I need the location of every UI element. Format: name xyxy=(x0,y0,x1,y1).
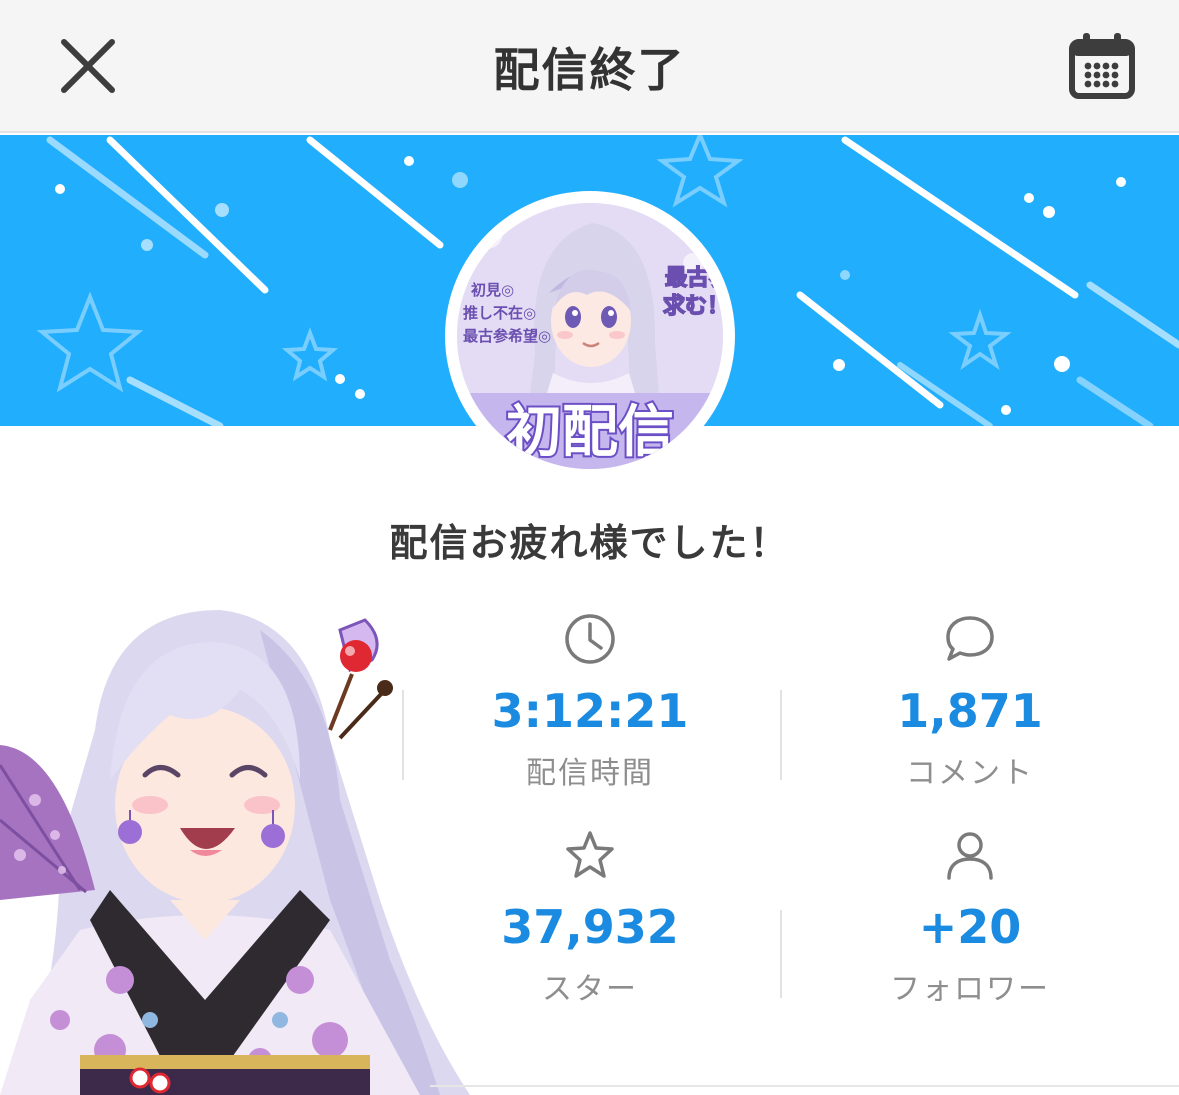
streamer-avatar[interactable]: 初見◎ 推し不在◎ 最古参希望◎ 最古参 求む！ 初配信 xyxy=(445,191,735,481)
comments-label: コメント xyxy=(906,756,1034,791)
svg-text:求む！: 求む！ xyxy=(663,294,723,319)
comments-value: 1,871 xyxy=(897,684,1043,738)
duration-label: 配信時間 xyxy=(526,756,654,791)
duration-value: 3:12:21 xyxy=(491,684,689,738)
followers-label: フォロワー xyxy=(890,972,1050,1007)
svg-text:初見◎: 初見◎ xyxy=(471,281,514,299)
bottom-divider xyxy=(430,1085,1179,1087)
stat-duration: 3:12:21 配信時間 xyxy=(400,612,780,792)
stat-followers: +20 フォロワー xyxy=(780,828,1160,1008)
top-bar: 配信終了 xyxy=(0,0,1179,133)
comment-icon xyxy=(946,616,994,661)
svg-text:最古参希望◎: 最古参希望◎ xyxy=(463,327,551,345)
calendar-icon[interactable] xyxy=(1066,30,1138,102)
avatar-image: 初見◎ 推し不在◎ 最古参希望◎ 最古参 求む！ 初配信 xyxy=(457,203,723,469)
svg-text:最古参: 最古参 xyxy=(665,265,723,291)
thanks-message: 配信お疲れ様でした！ xyxy=(389,521,790,565)
clock-icon xyxy=(565,614,615,664)
stat-comments: 1,871 コメント xyxy=(780,612,1160,792)
followers-value: +20 xyxy=(918,900,1022,954)
star-icon xyxy=(566,831,614,878)
person-icon xyxy=(947,832,993,880)
svg-text:推し不在◎: 推し不在◎ xyxy=(463,304,536,322)
stars-value: 37,932 xyxy=(501,900,679,954)
page-title: 配信終了 xyxy=(493,43,686,97)
svg-text:初配信: 初配信 xyxy=(506,400,674,465)
stars-label: スター xyxy=(542,972,638,1007)
stat-stars: 37,932 スター xyxy=(400,828,780,1008)
